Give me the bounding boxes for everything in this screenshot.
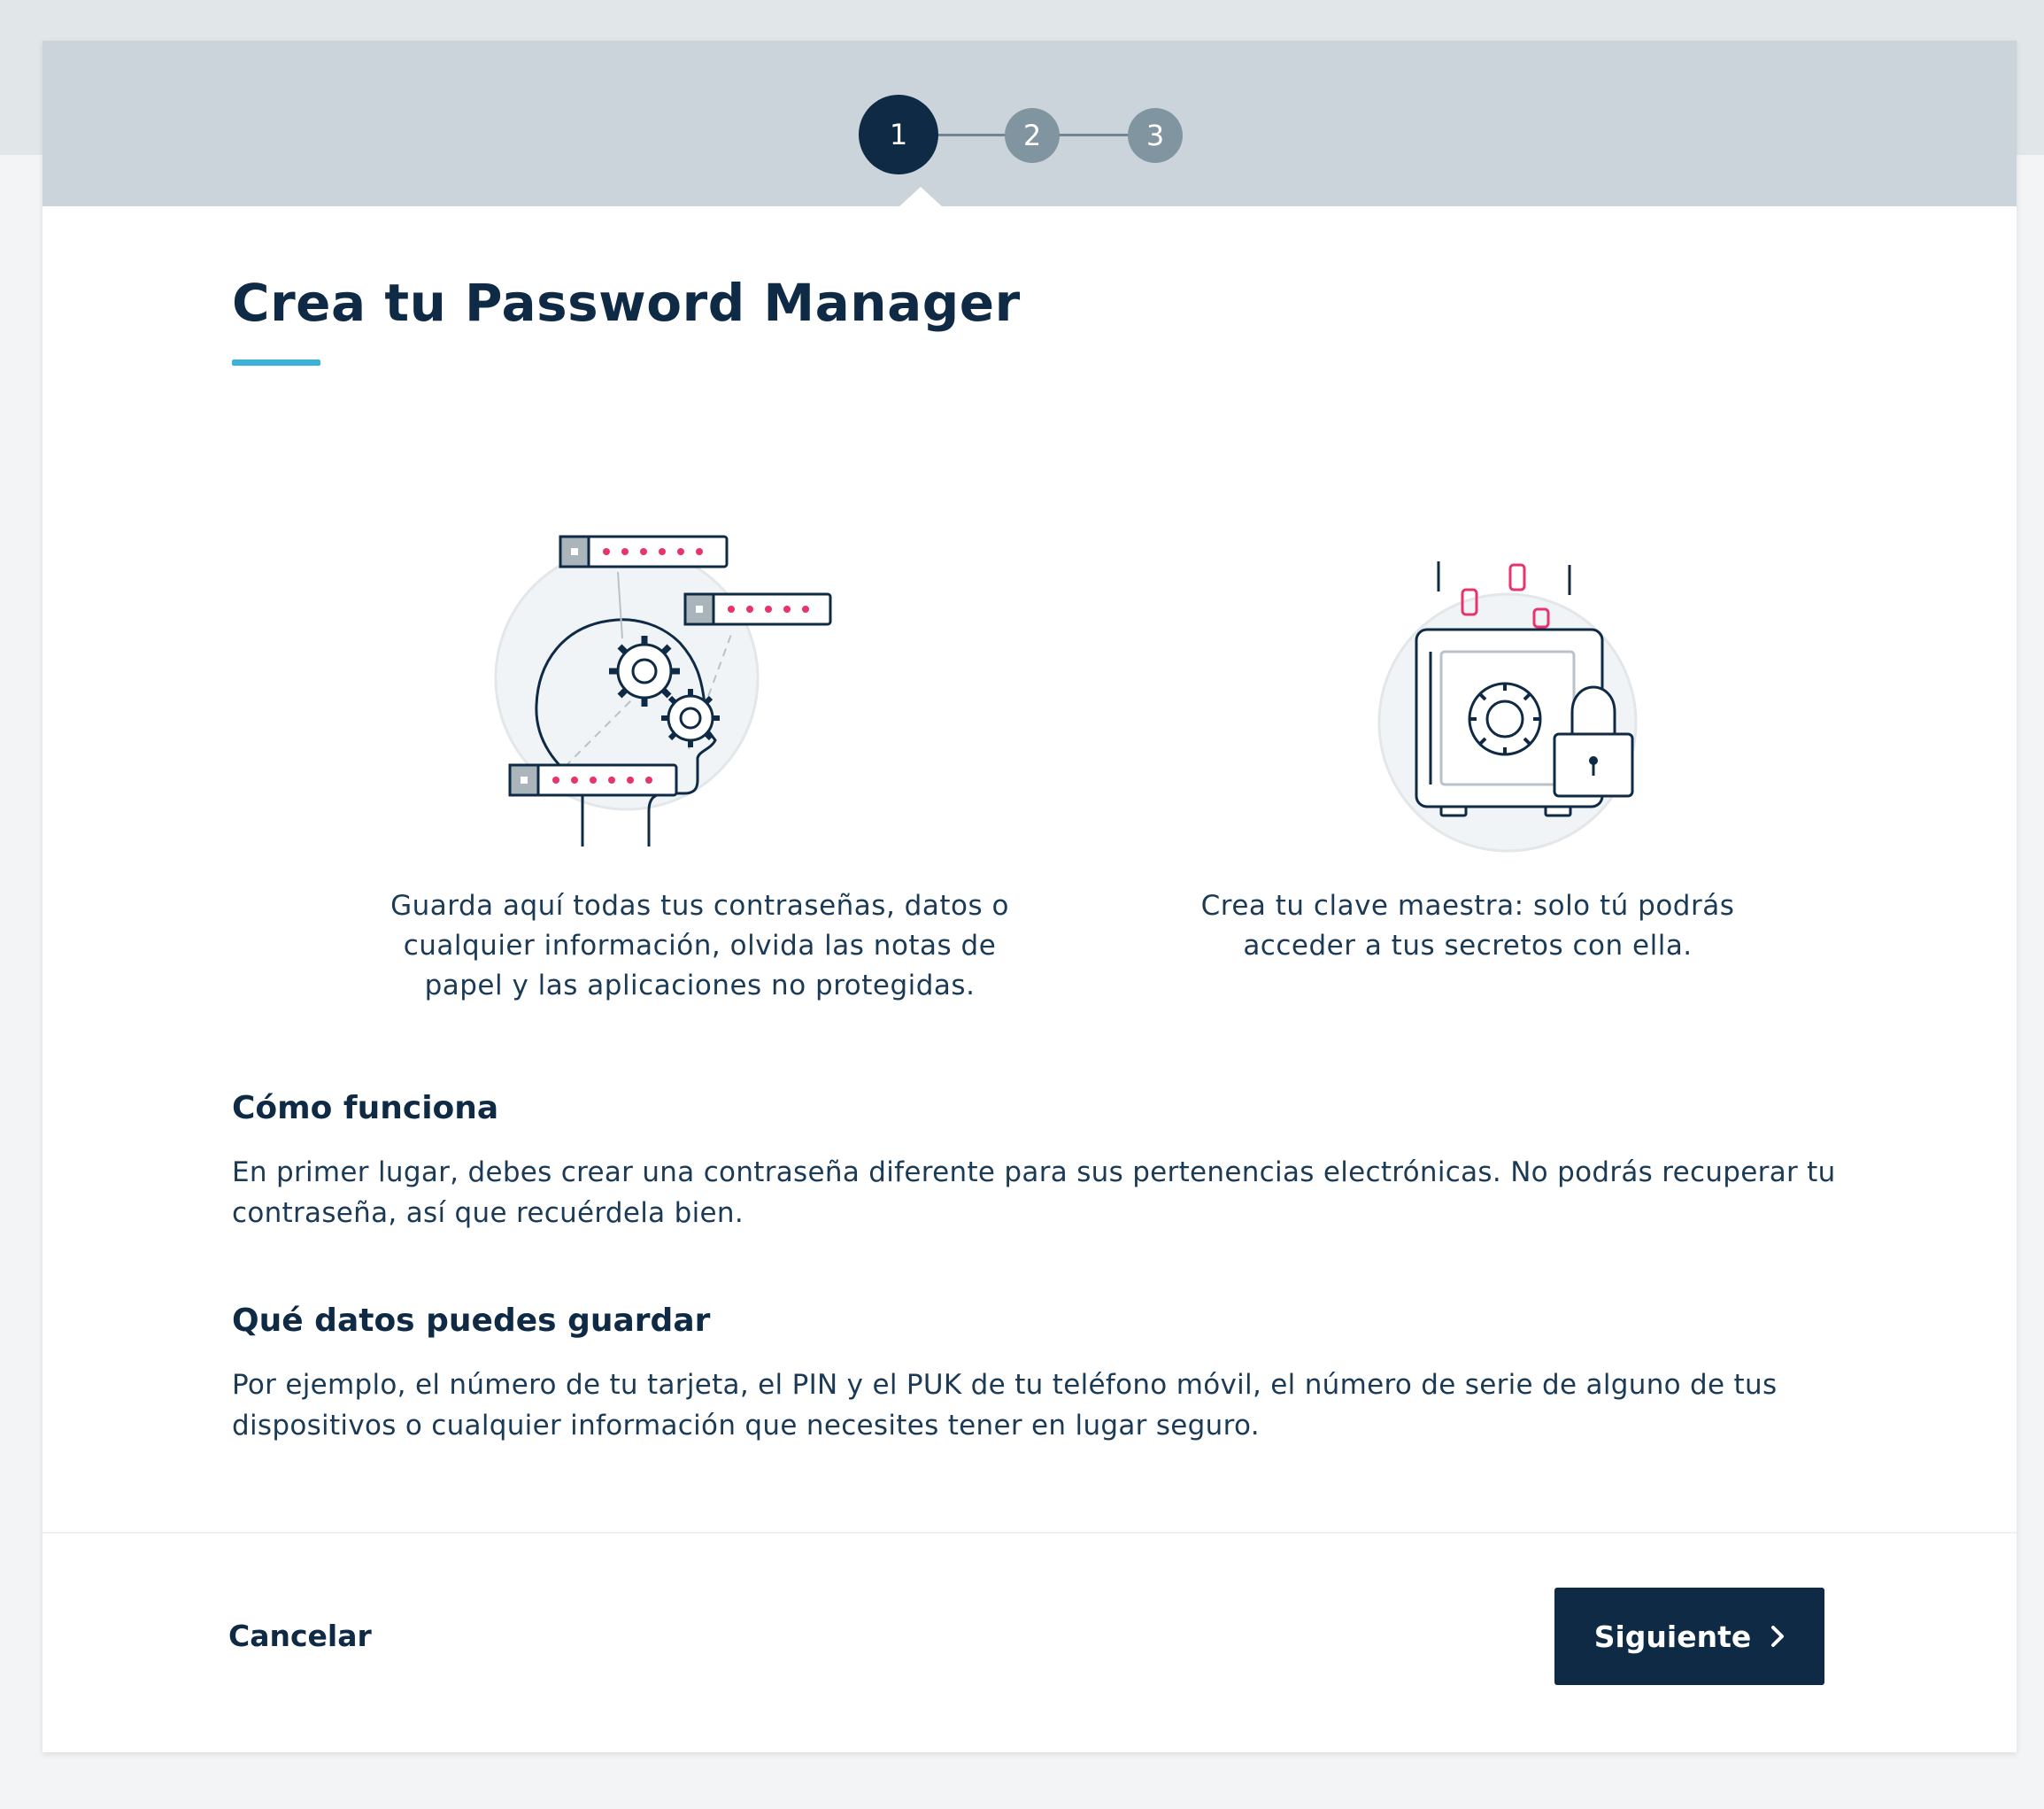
safe-lock-icon xyxy=(1377,561,1638,853)
step-1-indicator: 1 xyxy=(859,95,938,174)
chevron-right-icon xyxy=(1771,1626,1785,1647)
next-button[interactable]: Siguiente xyxy=(1554,1588,1824,1685)
next-button-label: Siguiente xyxy=(1593,1619,1752,1654)
section-heading-what-data: Qué datos puedes guardar xyxy=(232,1303,711,1339)
head-gears-passwords-icon xyxy=(494,535,832,847)
page-title: Crea tu Password Manager xyxy=(232,273,1021,333)
step-connector xyxy=(1052,134,1140,136)
step-connector xyxy=(928,134,1016,136)
feature-text-store: Guarda aquí todas tus contraseñas, datos… xyxy=(390,890,1009,1001)
step-1-label: 1 xyxy=(889,118,908,151)
section-body-what-data: Por ejemplo, el número de tu tarjeta, el… xyxy=(232,1369,1778,1442)
step-3-label: 3 xyxy=(1145,119,1165,152)
stepper-header: 1 2 3 xyxy=(42,41,2017,208)
setup-dialog: 1 2 3 Crea tu Password Manager Guarda aq… xyxy=(42,41,2017,1752)
active-step-pointer xyxy=(898,187,944,208)
step-2-label: 2 xyxy=(1022,119,1042,152)
step-3-indicator: 3 xyxy=(1128,108,1183,163)
section-body-how-it-works: En primer lugar, debes crear una contras… xyxy=(232,1156,1836,1229)
title-underline xyxy=(232,359,320,366)
footer-divider xyxy=(42,1532,2017,1534)
section-heading-how-it-works: Cómo funciona xyxy=(232,1090,499,1126)
feature-text-master-key: Crea tu clave maestra: solo tú podrás ac… xyxy=(1200,890,1735,962)
step-2-indicator: 2 xyxy=(1005,108,1060,163)
cancel-button[interactable]: Cancelar xyxy=(228,1619,372,1653)
